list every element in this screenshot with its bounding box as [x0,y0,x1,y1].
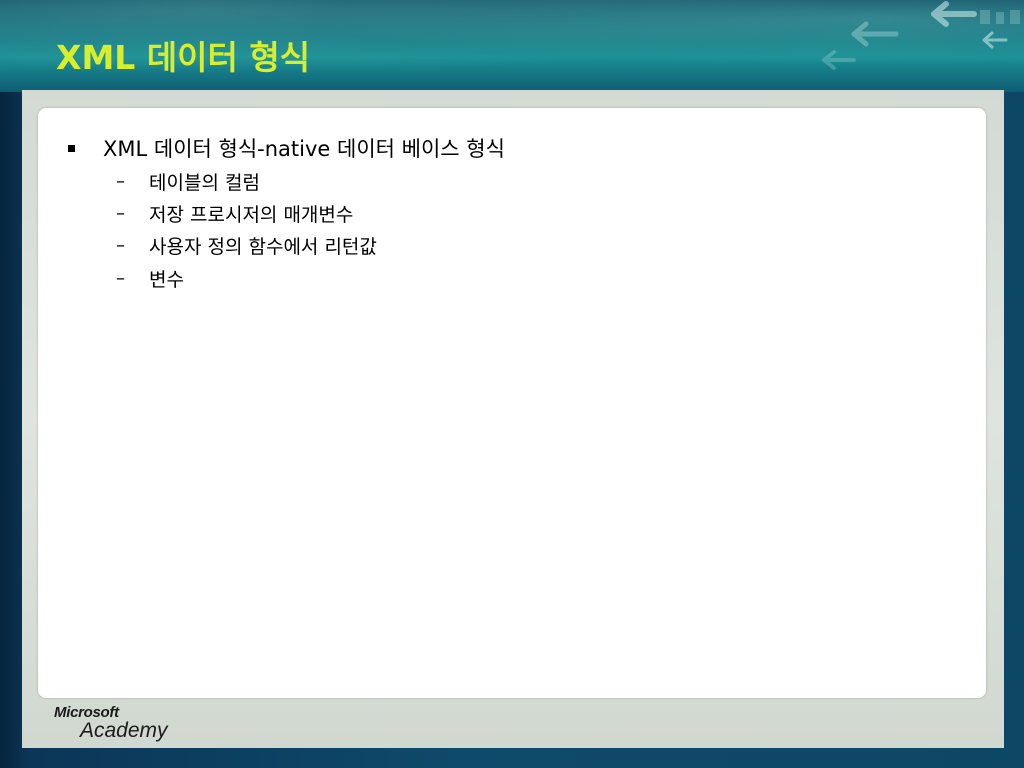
content-panel: XML 데이터 형식-native 데이터 베이스 형식 – 테이블의 컬럼 –… [38,108,986,698]
slide-title: XML 데이터 형식 [56,38,311,77]
dash-bullet-icon: – [116,170,125,192]
sub-bullet-item: – 테이블의 컬럼 [116,166,260,196]
sub-bullet-text: 변수 [149,268,184,291]
sub-bullet-text: 테이블의 컬럼 [149,171,260,194]
dash-bullet-icon: – [116,267,125,289]
sub-bullet-item: – 저장 프로시저의 매개변수 [116,198,353,228]
sub-bullet-item: – 변수 [116,263,184,293]
arrow-left-icon [822,1,1020,70]
slide-header: XML 데이터 형식 [0,0,1024,92]
square-bullet-icon [68,144,75,152]
dash-bullet-icon: – [116,202,125,224]
bullet-text: XML 데이터 형식-native 데이터 베이스 형식 [103,137,505,161]
bullet-item: XML 데이터 형식-native 데이터 베이스 형식 [68,132,505,164]
sub-bullet-item: – 사용자 정의 함수에서 리턴값 [116,230,377,260]
microsoft-academy-logo: Microsoft Academy [54,704,184,750]
logo-academy-text: Academy [80,719,168,742]
sub-bullet-text: 사용자 정의 함수에서 리턴값 [149,235,377,258]
bullet-list: XML 데이터 형식-native 데이터 베이스 형식 – 테이블의 컬럼 –… [38,108,986,698]
slide: XML 데이터 형식 XML 데이터 형식-native 데이터 베이스 형식 … [0,0,1024,768]
sub-bullet-text: 저장 프로시저의 매개변수 [149,203,354,226]
dash-bullet-icon: – [116,234,125,256]
